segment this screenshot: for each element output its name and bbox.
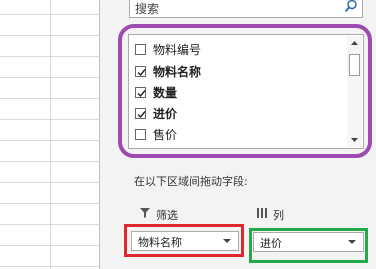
search-icon[interactable]: [344, 0, 358, 13]
spreadsheet-grid[interactable]: [0, 0, 100, 269]
filter-icon: [140, 208, 150, 218]
pivot-field-pane: 搜索 物料编号 物料名称 数量 进价 售价 在以下区域间拖动字段: 筛选 列 物…: [100, 0, 376, 269]
columns-area-title: 列: [273, 209, 284, 222]
drag-instruction: 在以下区域间拖动字段:: [134, 175, 248, 188]
search-box[interactable]: 搜索: [129, 0, 363, 18]
filter-area-title: 筛选: [156, 209, 178, 222]
field-list-highlight: [118, 24, 372, 158]
columns-icon: [257, 208, 267, 218]
filter-highlight: [124, 224, 244, 257]
columns-highlight: [249, 228, 368, 263]
search-input[interactable]: 搜索: [135, 0, 159, 17]
